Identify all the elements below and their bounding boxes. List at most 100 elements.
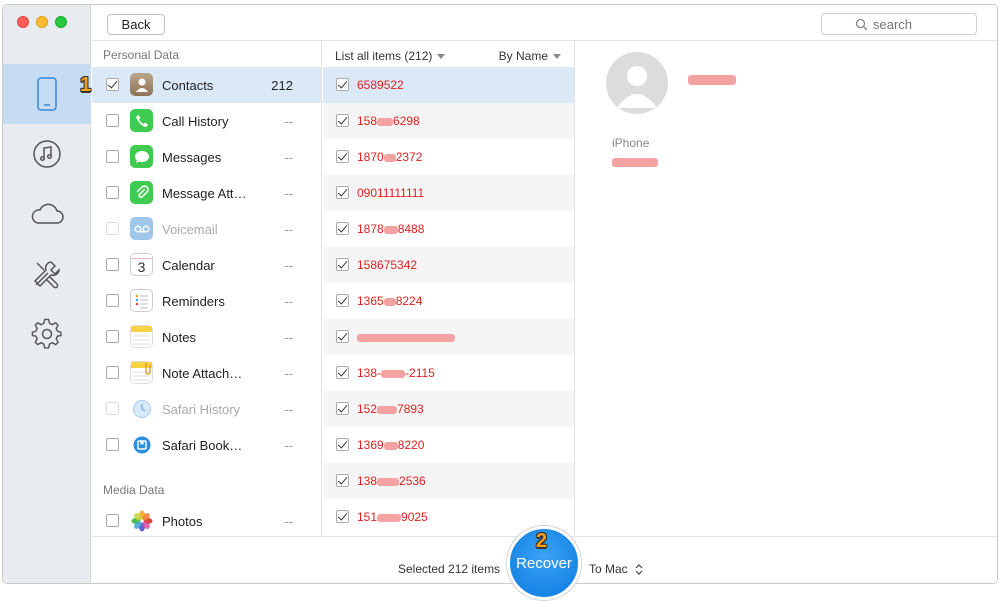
category-label: Contacts [162, 78, 214, 93]
rail-item-music[interactable] [3, 124, 91, 184]
category-row-calendar[interactable]: 3 Calendar -- [92, 247, 321, 283]
item-checkbox[interactable] [336, 222, 349, 235]
list-item[interactable]: 1878 8488 [323, 211, 574, 247]
item-checkbox[interactable] [336, 150, 349, 163]
category-label: Safari Book… [162, 438, 243, 453]
list-item[interactable]: 158675342 [323, 247, 574, 283]
category-label: Notes [162, 330, 196, 345]
item-text: 1369 8220 [357, 438, 425, 452]
search-input[interactable] [873, 16, 943, 32]
search-icon [855, 18, 868, 30]
category-row-contacts[interactable]: Contacts 212 [92, 67, 321, 103]
rail-item-tools[interactable] [3, 244, 91, 304]
category-count: -- [284, 366, 293, 381]
cloud-icon [31, 203, 64, 224]
sort-dropdown[interactable]: By Name [499, 49, 561, 63]
category-row-message-attachments[interactable]: Message Att… -- [92, 175, 321, 211]
messages-checkbox[interactable] [106, 150, 119, 163]
category-label: Safari History [162, 402, 241, 417]
item-checkbox[interactable] [336, 510, 349, 523]
device-label: iPhone [612, 136, 650, 150]
list-item[interactable]: 138- -2115 [323, 355, 574, 391]
category-count: -- [284, 514, 293, 529]
detail-panel: iPhone [576, 42, 997, 536]
safari-bookmark-icon [130, 433, 153, 456]
avatar [606, 52, 668, 114]
zoom-window-button[interactable] [55, 16, 67, 28]
item-text: 1878 8488 [357, 222, 425, 236]
category-row-photos[interactable]: Photos -- [92, 503, 321, 536]
list-item[interactable]: 158 6298 [323, 103, 574, 139]
message-attachments-checkbox[interactable] [106, 186, 119, 199]
category-row-call-history[interactable]: Call History -- [92, 103, 321, 139]
person-icon [617, 66, 657, 108]
item-checkbox[interactable] [336, 330, 349, 343]
item-checkbox[interactable] [336, 366, 349, 379]
item-checkbox[interactable] [336, 258, 349, 271]
minimize-window-button[interactable] [36, 16, 48, 28]
category-row-safari-history: Safari History -- [92, 391, 321, 427]
item-checkbox[interactable] [336, 186, 349, 199]
category-label: Calendar [162, 258, 215, 273]
list-item[interactable]: 152 7893 [323, 391, 574, 427]
list-item[interactable]: 1870 2372 [323, 139, 574, 175]
contact-name-redacted [688, 75, 736, 85]
chevron-down-icon [553, 54, 561, 60]
category-label: Messages [162, 150, 222, 165]
item-checkbox[interactable] [336, 78, 349, 91]
destination-dropdown[interactable]: To Mac [589, 562, 643, 576]
phone-icon [130, 109, 153, 132]
item-checkbox[interactable] [336, 474, 349, 487]
note-attachments-checkbox[interactable] [106, 366, 119, 379]
item-checkbox[interactable] [336, 438, 349, 451]
item-text: 152 7893 [357, 402, 424, 416]
list-item[interactable]: 6589522 [323, 67, 574, 103]
category-row-note-attachments[interactable]: Note Attach… -- [92, 355, 321, 391]
category-row-safari-bookmarks[interactable]: Safari Book… -- [92, 427, 321, 463]
category-count: -- [284, 330, 293, 345]
contacts-checkbox[interactable] [106, 78, 119, 91]
list-item[interactable]: 1365 8224 [323, 283, 574, 319]
item-text: 138 2536 [357, 474, 426, 488]
item-list: List all items (212) By Name 6589522 158… [323, 42, 575, 536]
item-checkbox[interactable] [336, 114, 349, 127]
list-item[interactable]: 1369 8220 [323, 427, 574, 463]
rail-item-icloud[interactable] [3, 184, 91, 244]
paperclip-icon [130, 181, 153, 204]
rail-item-device[interactable] [3, 64, 91, 124]
category-label: Message Att… [162, 186, 247, 201]
close-window-button[interactable] [17, 16, 29, 28]
call-history-checkbox[interactable] [106, 114, 119, 127]
notes-checkbox[interactable] [106, 330, 119, 343]
photos-checkbox[interactable] [106, 514, 119, 527]
item-checkbox[interactable] [336, 294, 349, 307]
category-label: Call History [162, 114, 229, 129]
category-count: -- [284, 150, 293, 165]
selected-count: Selected 212 items [398, 562, 501, 576]
item-checkbox[interactable] [336, 402, 349, 415]
item-text [357, 330, 455, 344]
phone-value-redacted [612, 158, 658, 167]
tools-icon [33, 261, 60, 289]
category-label: Photos [162, 514, 203, 529]
back-button[interactable]: Back [107, 14, 165, 35]
list-item[interactable]: 09011111111 [323, 175, 574, 211]
category-row-reminders[interactable]: Reminders -- [92, 283, 321, 319]
safari-history-icon [130, 397, 153, 420]
section-title-media: Media Data [103, 483, 165, 497]
list-item[interactable] [323, 319, 574, 355]
reminders-icon [130, 289, 153, 312]
category-list: Personal Data Contacts 212 Call History … [92, 42, 322, 536]
reminders-checkbox[interactable] [106, 294, 119, 307]
category-row-notes[interactable]: Notes -- [92, 319, 321, 355]
category-count: -- [284, 402, 293, 417]
step-badge-1: 1 [80, 74, 92, 96]
calendar-checkbox[interactable] [106, 258, 119, 271]
rail-item-settings[interactable] [3, 304, 91, 364]
list-all-filter[interactable]: List all items (212) [335, 49, 446, 63]
category-row-messages[interactable]: Messages -- [92, 139, 321, 175]
list-item[interactable]: 138 2536 [323, 463, 574, 499]
chevron-down-icon [437, 54, 446, 60]
safari-bookmarks-checkbox[interactable] [106, 438, 119, 451]
search-field[interactable] [821, 13, 977, 35]
